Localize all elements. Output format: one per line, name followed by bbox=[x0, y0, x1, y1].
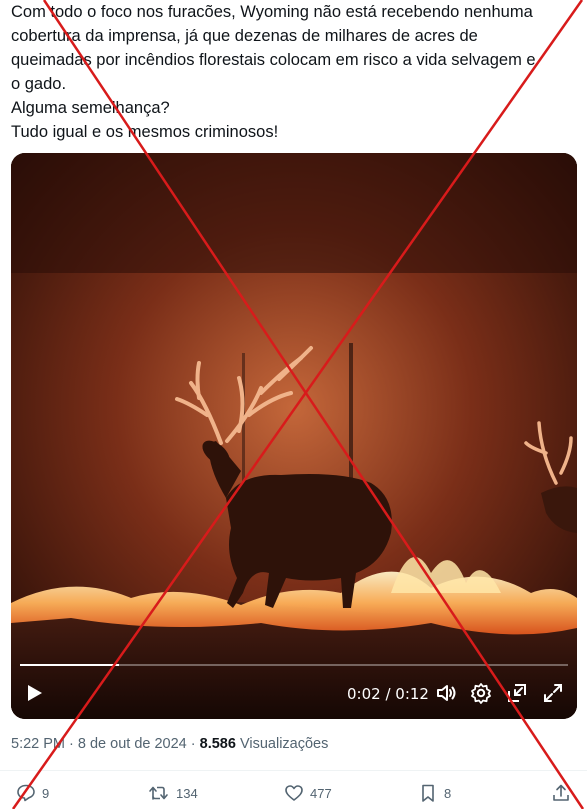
like-button[interactable]: 477 bbox=[284, 783, 332, 803]
tweet-line: Tudo igual e os mesmos criminosos! bbox=[11, 123, 279, 141]
like-count: 477 bbox=[310, 785, 332, 801]
divider bbox=[0, 770, 587, 771]
views-label: Visualizações bbox=[235, 736, 329, 752]
reply-icon bbox=[17, 784, 35, 802]
tweet-text: Com todo o foco nos furacões, Wyoming nã… bbox=[11, 0, 583, 144]
video-time: 0:02 / 0:12 bbox=[347, 685, 429, 703]
tweet-line: queimadas por incêndios florestais coloc… bbox=[11, 51, 536, 69]
share-button[interactable] bbox=[551, 783, 577, 803]
play-icon[interactable] bbox=[23, 682, 45, 704]
repost-count: 134 bbox=[176, 785, 198, 801]
video-controls: 0:02 / 0:12 bbox=[11, 671, 577, 719]
progress-bar[interactable] bbox=[20, 664, 568, 666]
progress-fill bbox=[20, 664, 119, 666]
bookmark-icon bbox=[422, 784, 434, 802]
tweet-line: Alguma semelhança? bbox=[11, 99, 170, 117]
tweet-meta: 5:22 PM · 8 de out de 2024 · 8.586 Visua… bbox=[11, 736, 328, 752]
heart-icon bbox=[285, 785, 303, 801]
reply-button[interactable]: 9 bbox=[16, 783, 49, 803]
meta-separator: · bbox=[65, 736, 78, 752]
tweet-line: cobertura da imprensa, já que dezenas de… bbox=[11, 27, 478, 45]
action-bar: 9 134 477 8 bbox=[0, 783, 587, 809]
tweet-line: o gado. bbox=[11, 75, 67, 93]
meta-separator: · bbox=[186, 736, 200, 752]
bookmark-button[interactable]: 8 bbox=[418, 783, 451, 803]
repost-button[interactable]: 134 bbox=[148, 783, 198, 803]
tweet-date[interactable]: 8 de out de 2024 bbox=[78, 736, 187, 752]
reply-count: 9 bbox=[42, 785, 50, 801]
gear-icon[interactable] bbox=[470, 682, 492, 704]
volume-icon[interactable] bbox=[435, 682, 457, 704]
bookmark-count: 8 bbox=[444, 785, 452, 801]
views-count: 8.586 bbox=[199, 736, 236, 752]
tweet-time[interactable]: 5:22 PM bbox=[11, 736, 65, 752]
fullscreen-icon[interactable] bbox=[542, 682, 564, 704]
repost-icon bbox=[149, 786, 168, 800]
picture-in-picture-icon[interactable] bbox=[506, 682, 528, 704]
share-icon bbox=[553, 784, 569, 801]
video-player[interactable]: 0:02 / 0:12 bbox=[11, 153, 577, 719]
video-frame bbox=[11, 153, 577, 719]
tweet-line: Com todo o foco nos furacões, Wyoming nã… bbox=[11, 3, 533, 21]
